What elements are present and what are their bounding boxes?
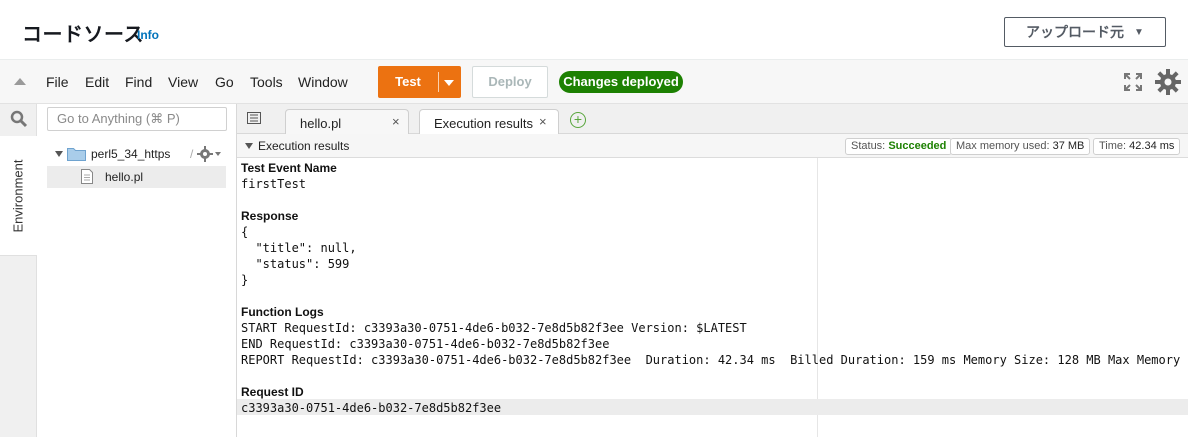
go-to-anything-input[interactable]: Go to Anything (⌘ P)	[47, 107, 227, 131]
request-id-label: Request ID	[241, 385, 304, 399]
time-pill: Time: 42.34 ms	[1093, 138, 1181, 155]
upload-from-button[interactable]: アップロード元 ▼	[1004, 17, 1166, 47]
root-folder-name: perl5_34_https	[91, 147, 171, 161]
fullscreen-icon[interactable]	[1124, 73, 1142, 91]
file-tree-panel: Go to Anything (⌘ P) perl5_34_https / he…	[37, 104, 237, 437]
log-line: END RequestId: c3393a30-0751-4de6-b032-7…	[241, 337, 610, 351]
menu-tools[interactable]: Tools	[250, 74, 283, 90]
tab-hello-pl[interactable]: hello.pl ×	[285, 109, 409, 135]
test-button[interactable]: Test	[378, 66, 461, 98]
status-badge: Changes deployed	[559, 71, 683, 93]
add-tab-icon[interactable]: +	[570, 112, 586, 128]
results-collapse-toggle[interactable]: Execution results	[245, 139, 349, 153]
print-margin-line	[817, 158, 818, 437]
tab-label: Execution results	[434, 116, 533, 131]
editor-tab-bar: hello.pl × Execution results × +	[237, 104, 1188, 136]
status-pill: Status: Succeeded	[845, 138, 953, 155]
log-line: REPORT RequestId: c3393a30-0751-4de6-b03…	[241, 353, 1188, 367]
tab-execution-results[interactable]: Execution results ×	[419, 109, 559, 136]
menu-view[interactable]: View	[168, 74, 198, 90]
response-line: "status": 599	[241, 257, 350, 271]
response-line: {	[241, 225, 249, 239]
menu-edit[interactable]: Edit	[85, 74, 109, 90]
function-logs-label: Function Logs	[241, 305, 324, 319]
results-title: Execution results	[258, 139, 350, 153]
search-icon[interactable]	[10, 110, 28, 128]
collapse-arrow-icon[interactable]	[14, 78, 26, 85]
test-button-label: Test	[395, 74, 421, 89]
test-event-label: Test Event Name	[241, 161, 337, 175]
file-item-hello-pl[interactable]: hello.pl	[47, 166, 226, 188]
memory-value: 37 MB	[1052, 140, 1085, 152]
environment-tab-label: Environment	[10, 159, 26, 233]
page-header: コードソース Info アップロード元 ▼	[0, 0, 1188, 60]
response-line: "title": null,	[241, 241, 357, 255]
upload-from-label: アップロード元	[1026, 24, 1125, 40]
page-title: コードソース	[22, 24, 144, 46]
menu-find[interactable]: Find	[125, 74, 152, 90]
gear-icon[interactable]	[1155, 69, 1181, 95]
menu-go[interactable]: Go	[215, 74, 234, 90]
left-rail: Environment	[0, 104, 37, 437]
time-value: 42.34 ms	[1129, 140, 1175, 152]
close-icon[interactable]: ×	[392, 114, 400, 129]
environment-tab[interactable]: Environment	[0, 136, 37, 256]
test-dropdown-icon[interactable]	[444, 80, 454, 86]
caret-down-icon: ▼	[1134, 26, 1144, 38]
log-line: START RequestId: c3393a30-0751-4de6-b032…	[241, 321, 747, 335]
tab-list-icon[interactable]	[247, 112, 261, 124]
request-id-value: c3393a30-0751-4de6-b032-7e8d5b82f3ee	[241, 401, 502, 415]
menu-file[interactable]: File	[46, 74, 69, 90]
file-name: hello.pl	[105, 170, 144, 184]
execution-output[interactable]: Test Event Name firstTest Response { "ti…	[237, 158, 1188, 437]
response-label: Response	[241, 209, 299, 223]
info-link[interactable]: Info	[137, 28, 159, 42]
response-line: }	[241, 273, 249, 287]
menu-window[interactable]: Window	[298, 74, 348, 90]
expand-triangle-icon[interactable]	[55, 151, 63, 157]
status-value: Succeeded	[888, 140, 947, 152]
close-icon[interactable]: ×	[539, 114, 547, 129]
test-event-value: firstTest	[241, 177, 307, 191]
root-folder-suffix: /	[190, 147, 194, 161]
test-button-divider	[438, 72, 439, 92]
folder-icon	[67, 148, 86, 161]
deploy-button[interactable]: Deploy	[472, 66, 548, 98]
tree-settings-gear-icon[interactable]	[197, 146, 221, 162]
file-icon	[81, 169, 93, 184]
collapse-triangle-icon	[245, 143, 253, 149]
results-header: Execution results Status: Succeeded Max …	[237, 134, 1188, 158]
memory-pill: Max memory used: 37 MB	[950, 138, 1091, 155]
tab-label: hello.pl	[300, 116, 342, 131]
